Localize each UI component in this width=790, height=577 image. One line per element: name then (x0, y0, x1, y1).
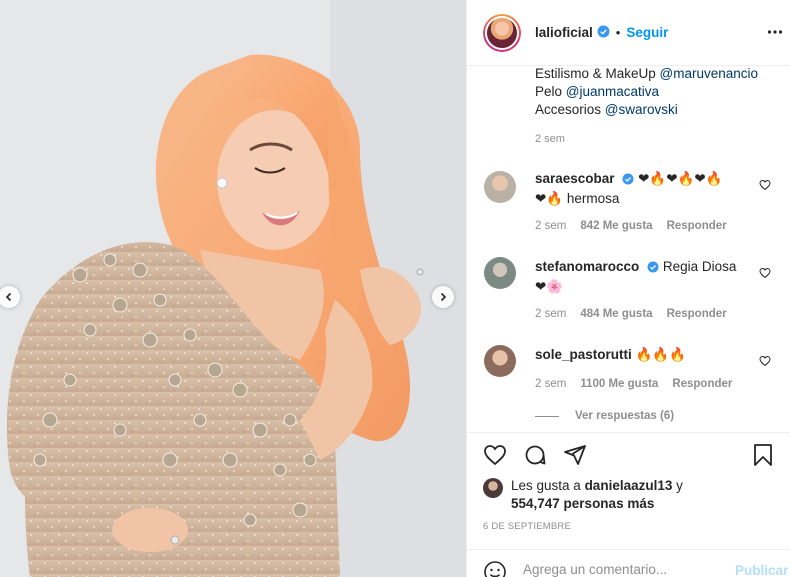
chevron-right-icon[interactable] (432, 286, 454, 308)
post-date[interactable]: 6 DE SEPTIEMBRE (483, 521, 571, 532)
comment-likes[interactable]: 484 Me gusta (580, 308, 652, 320)
commenter-avatar[interactable] (484, 257, 516, 289)
emoji-icon[interactable] (483, 560, 507, 577)
verified-badge-icon (647, 260, 659, 278)
verified-badge-icon (597, 25, 610, 41)
post-side-panel: lalioficial • Seguir Estilismo & MakeUp … (466, 0, 790, 577)
commenter-username[interactable]: stefanomarocco (535, 259, 639, 274)
author-username[interactable]: lalioficial (535, 25, 593, 40)
comment-time[interactable]: 2 sem (535, 378, 566, 390)
comment-likes[interactable]: 842 Me gusta (580, 220, 652, 232)
heart-icon[interactable] (759, 179, 771, 194)
reply-button[interactable]: Responder (667, 308, 727, 320)
share-icon[interactable] (563, 443, 587, 470)
more-options-icon[interactable] (767, 24, 783, 43)
comment-icon[interactable] (523, 443, 547, 470)
comment-text: 🔥🔥🔥 (635, 347, 686, 362)
likes-count[interactable]: 554,747 personas más (511, 496, 654, 511)
comment-meta: 2 sem 484 Me gusta Responder (535, 308, 727, 320)
follow-button[interactable]: Seguir (626, 25, 668, 40)
mention-link[interactable]: @swarovski (605, 102, 678, 117)
post-photo[interactable] (0, 0, 466, 577)
mention-link[interactable]: @juanmacativa (566, 84, 659, 99)
verified-badge-icon (622, 172, 634, 190)
photo-illustration (0, 0, 466, 577)
heart-icon[interactable] (759, 267, 771, 282)
publish-button[interactable]: Publicar (735, 563, 788, 577)
liker-avatar[interactable] (483, 478, 503, 498)
comment-time[interactable]: 2 sem (535, 308, 566, 320)
caption-timestamp[interactable]: 2 sem (535, 133, 565, 145)
comment-text-continued: ❤🌸 (535, 279, 564, 294)
add-comment-bar: Publicar (467, 549, 790, 577)
comment-time[interactable]: 2 sem (535, 220, 566, 232)
comment-meta: 2 sem 1100 Me gusta Responder (535, 378, 732, 390)
view-replies-label: Ver respuestas (6) (575, 410, 675, 422)
comments-scroll[interactable]: Estilismo & MakeUp @maruvenancio Pelo @j… (467, 67, 790, 431)
comment-input[interactable] (523, 562, 723, 577)
header-separator: • (615, 25, 621, 40)
commenter-avatar[interactable] (484, 171, 516, 203)
comment-meta: 2 sem 842 Me gusta Responder (535, 220, 727, 232)
post-actions (467, 432, 790, 480)
heart-icon[interactable] (759, 355, 771, 370)
bookmark-icon[interactable] (751, 443, 775, 470)
instagram-post: lalioficial • Seguir Estilismo & MakeUp … (0, 0, 790, 577)
heart-icon[interactable] (483, 443, 507, 470)
liker-username[interactable]: danielaazul13 (585, 478, 673, 493)
view-replies-button[interactable]: Ver respuestas (6) (535, 410, 674, 422)
commenter-username[interactable]: sole_pastorutti (535, 347, 632, 362)
comment-text: ❤🔥❤🔥❤🔥 (638, 171, 723, 186)
author-avatar[interactable] (483, 13, 521, 52)
comment-text: Regia Diosa (662, 259, 737, 274)
reply-button[interactable]: Responder (672, 378, 732, 390)
mention-link[interactable]: @maruvenancio (660, 67, 759, 81)
comment-text-continued: ❤🔥 hermosa (535, 191, 620, 206)
post-header: lalioficial • Seguir (467, 0, 790, 66)
commenter-username[interactable]: saraescobar (535, 171, 615, 186)
replies-divider (535, 415, 559, 417)
post-caption: Estilismo & MakeUp @maruvenancio Pelo @j… (535, 67, 759, 117)
commenter-avatar[interactable] (484, 345, 516, 377)
comment-likes[interactable]: 1100 Me gusta (580, 378, 658, 390)
reply-button[interactable]: Responder (667, 220, 727, 232)
